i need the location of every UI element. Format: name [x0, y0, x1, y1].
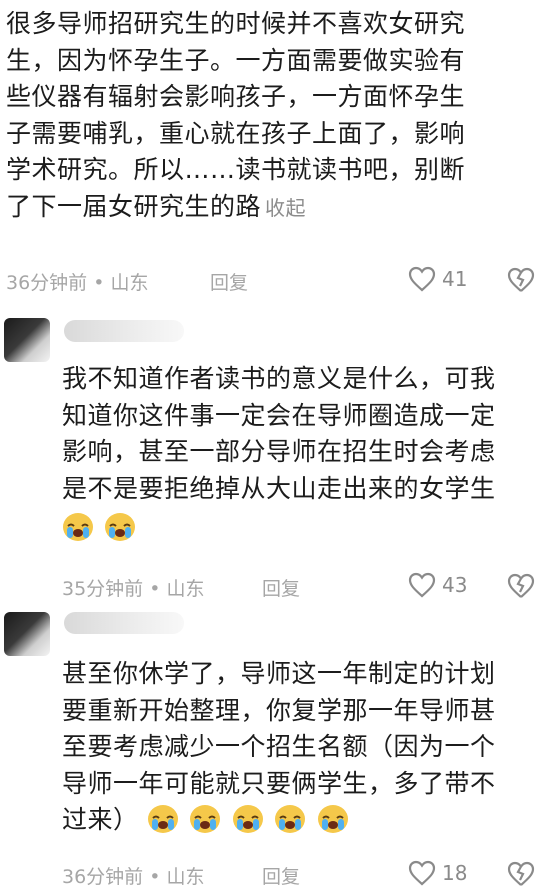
like-count: 41 [442, 267, 468, 291]
reply-button[interactable]: 回复 [262, 572, 300, 602]
comment-last-line: 过来） [62, 802, 496, 839]
heart-outline-icon [408, 266, 436, 292]
comment-1-text: 很多导师招研究生的时候并不喜欢女研究 生，因为怀孕生子。一方面需要做实验有 些仪… [6, 6, 465, 226]
reply-button[interactable]: 回复 [262, 860, 300, 890]
like-count: 43 [442, 573, 468, 597]
comment-line: 学术研究。所以……读书就读书吧，别断 [6, 155, 466, 184]
comment-3-meta: 36分钟前 • 山东 [62, 860, 204, 890]
crying-face-emoji [63, 513, 93, 541]
like-button[interactable]: 41 [408, 266, 467, 292]
comment-2-meta: 35分钟前 • 山东 [62, 572, 204, 602]
heart-outline-icon [408, 572, 436, 598]
comment-3-text: 甚至你休学了，导师这一年制定的计划 要重新开始整理，你复学那一年导师甚 至要考虑… [62, 656, 496, 839]
broken-heart-icon[interactable] [507, 573, 535, 599]
crying-face-emoji [105, 513, 136, 541]
like-count: 18 [442, 861, 468, 885]
broken-heart-icon[interactable] [507, 861, 535, 887]
comment-line: 些仪器有辐射会影响孩子，一方面怀孕生 [6, 82, 466, 111]
timestamp-location: 36分钟前 • 山东 [6, 271, 149, 294]
comment-line: 是不是要拒绝掉从大山走出来的女学生 [62, 473, 496, 503]
comment-line: 子需要哺乳，重心就在孩子上面了，影响 [6, 118, 466, 148]
like-button[interactable]: 18 [408, 860, 467, 886]
avatar[interactable] [4, 318, 50, 362]
comment-line: 至要考虑减少一个招生名额（因为一个 [62, 732, 496, 761]
emoji-row [62, 507, 496, 547]
comment-line: 甚至你休学了，导师这一年制定的计划 [62, 659, 496, 688]
crying-face-emoji [317, 805, 348, 833]
comment-line: 知道你这件事一定会在导师圈造成一定 [62, 400, 496, 430]
username-blurred[interactable] [64, 320, 184, 342]
reply-button[interactable]: 回复 [210, 266, 248, 296]
like-button[interactable]: 43 [408, 572, 467, 598]
comment-1-meta: 36分钟前 • 山东 [6, 266, 148, 296]
crying-face-emoji [232, 805, 263, 833]
crying-face-emoji [147, 805, 178, 833]
comment-line: 我不知道作者读书的意义是什么，可我 [62, 364, 496, 393]
timestamp-location: 35分钟前 • 山东 [62, 577, 205, 600]
collapse-link[interactable]: 收起 [265, 196, 306, 220]
comment-line: 要重新开始整理，你复学那一年导师甚 [62, 695, 496, 725]
crying-face-emoji [275, 805, 306, 833]
comment-line: 很多导师招研究生的时候并不喜欢女研究 [6, 9, 466, 38]
comment-line: 过来） [62, 805, 139, 834]
crying-face-emoji [190, 805, 221, 833]
comment-2-text: 我不知道作者读书的意义是什么，可我 知道你这件事一定会在导师圈造成一定 影响，甚… [62, 361, 496, 547]
timestamp-location: 36分钟前 • 山东 [62, 865, 205, 888]
comment-line: 影响，甚至一部分导师在招生时会考虑 [62, 437, 496, 466]
comment-line: 导师一年可能就只要俩学生，多了带不 [62, 768, 496, 798]
username-blurred[interactable] [64, 612, 184, 634]
broken-heart-icon[interactable] [507, 267, 535, 293]
comment-line: 生，因为怀孕生子。一方面需要做实验有 [6, 45, 466, 75]
comment-line: 了下一届女研究生的路 [6, 191, 262, 221]
avatar[interactable] [4, 612, 50, 656]
heart-outline-icon [408, 860, 436, 886]
